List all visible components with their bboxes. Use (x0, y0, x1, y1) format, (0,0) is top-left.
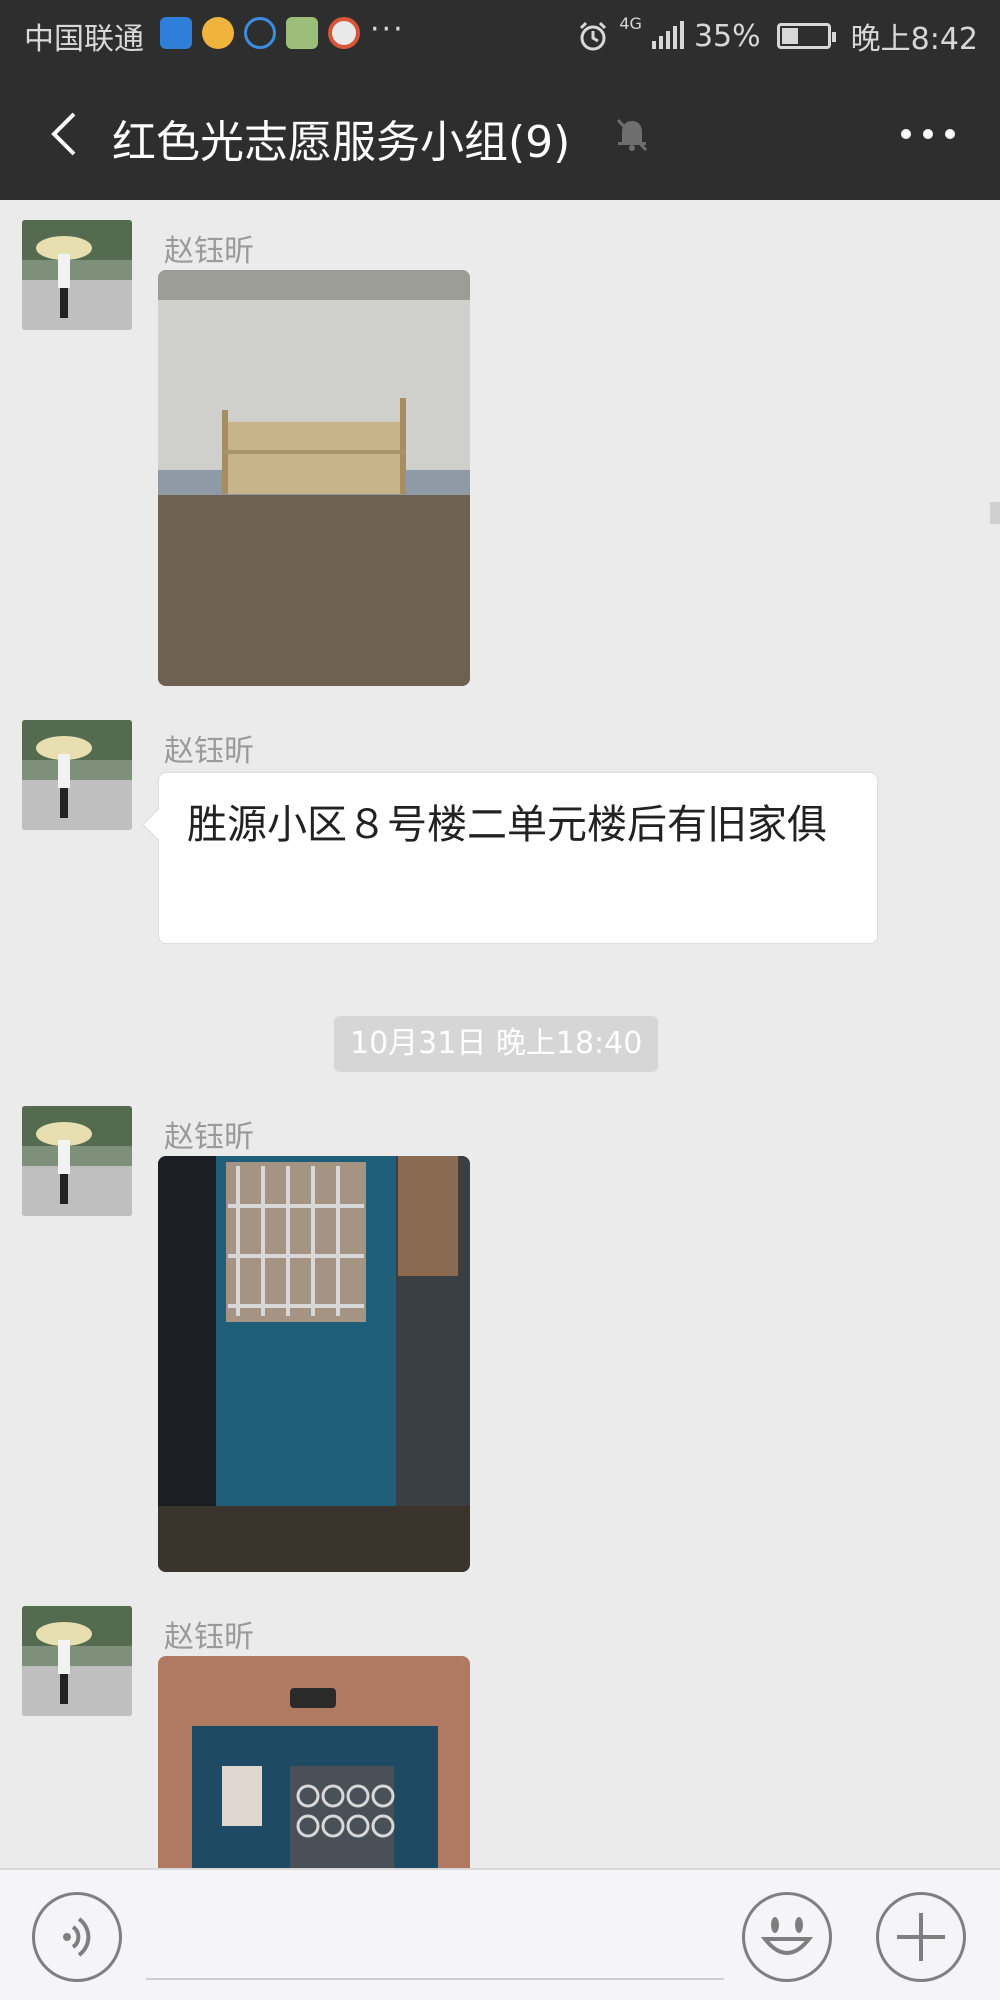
sender-name: 赵钰昕 (164, 1120, 254, 1155)
more-notifications: ··· (370, 12, 405, 47)
input-bar (0, 1868, 1000, 2000)
mail-icon (202, 17, 234, 49)
carrier-name: 中国联通 (24, 22, 144, 57)
emoji-icon (760, 1917, 814, 1955)
battery-icon (776, 23, 836, 49)
voice-button[interactable] (32, 1892, 122, 1982)
battery-percent: 35% (693, 18, 761, 54)
notification-icons (160, 17, 360, 49)
avatar[interactable] (22, 1106, 132, 1216)
text-message[interactable]: 胜源小区８号楼二单元楼后有旧家俱 (158, 772, 878, 944)
plus-button[interactable] (876, 1892, 966, 1982)
clock: 晚上8:42 (850, 22, 978, 57)
status-bar: 中国联通 ··· 4G 35% 晚上8:42 (0, 0, 1000, 68)
message-list[interactable]: 赵钰昕 赵钰昕 胜源小区８号楼二单元楼后有旧家俱 10月31日 晚上18:40 (0, 200, 1000, 1868)
browser-icon (328, 17, 360, 49)
scroll-indicator[interactable] (990, 502, 1000, 524)
status-right: 4G 35% 晚上8:42 (577, 14, 978, 58)
headset-icon (244, 17, 276, 49)
plus-icon (897, 1913, 945, 1961)
avatar[interactable] (22, 1606, 132, 1716)
avatar[interactable] (22, 720, 132, 830)
image-message[interactable] (158, 1656, 470, 1868)
image-message[interactable] (158, 270, 470, 686)
message-input[interactable] (146, 1978, 724, 1980)
more-dots-icon[interactable] (896, 114, 960, 154)
image-message[interactable] (158, 1156, 470, 1572)
chat-title[interactable]: 红色光志愿服务小组(9) (112, 106, 570, 170)
avatar[interactable] (22, 220, 132, 330)
voice-icon (63, 1917, 91, 1957)
alarm-icon (580, 21, 607, 51)
shield-icon (160, 17, 192, 49)
signal-icon (651, 21, 684, 49)
emoji-button[interactable] (742, 1892, 832, 1982)
sender-name: 赵钰昕 (164, 1620, 254, 1655)
network-type: 4G (619, 14, 642, 33)
mute-bell-icon (616, 118, 648, 152)
app-icon (286, 17, 318, 49)
chat-header: 红色光志愿服务小组(9) (0, 68, 1000, 200)
sender-name: 赵钰昕 (164, 734, 254, 769)
back-chevron-icon[interactable] (40, 108, 92, 160)
sender-name: 赵钰昕 (164, 234, 254, 269)
time-divider: 10月31日 晚上18:40 (334, 1016, 659, 1072)
